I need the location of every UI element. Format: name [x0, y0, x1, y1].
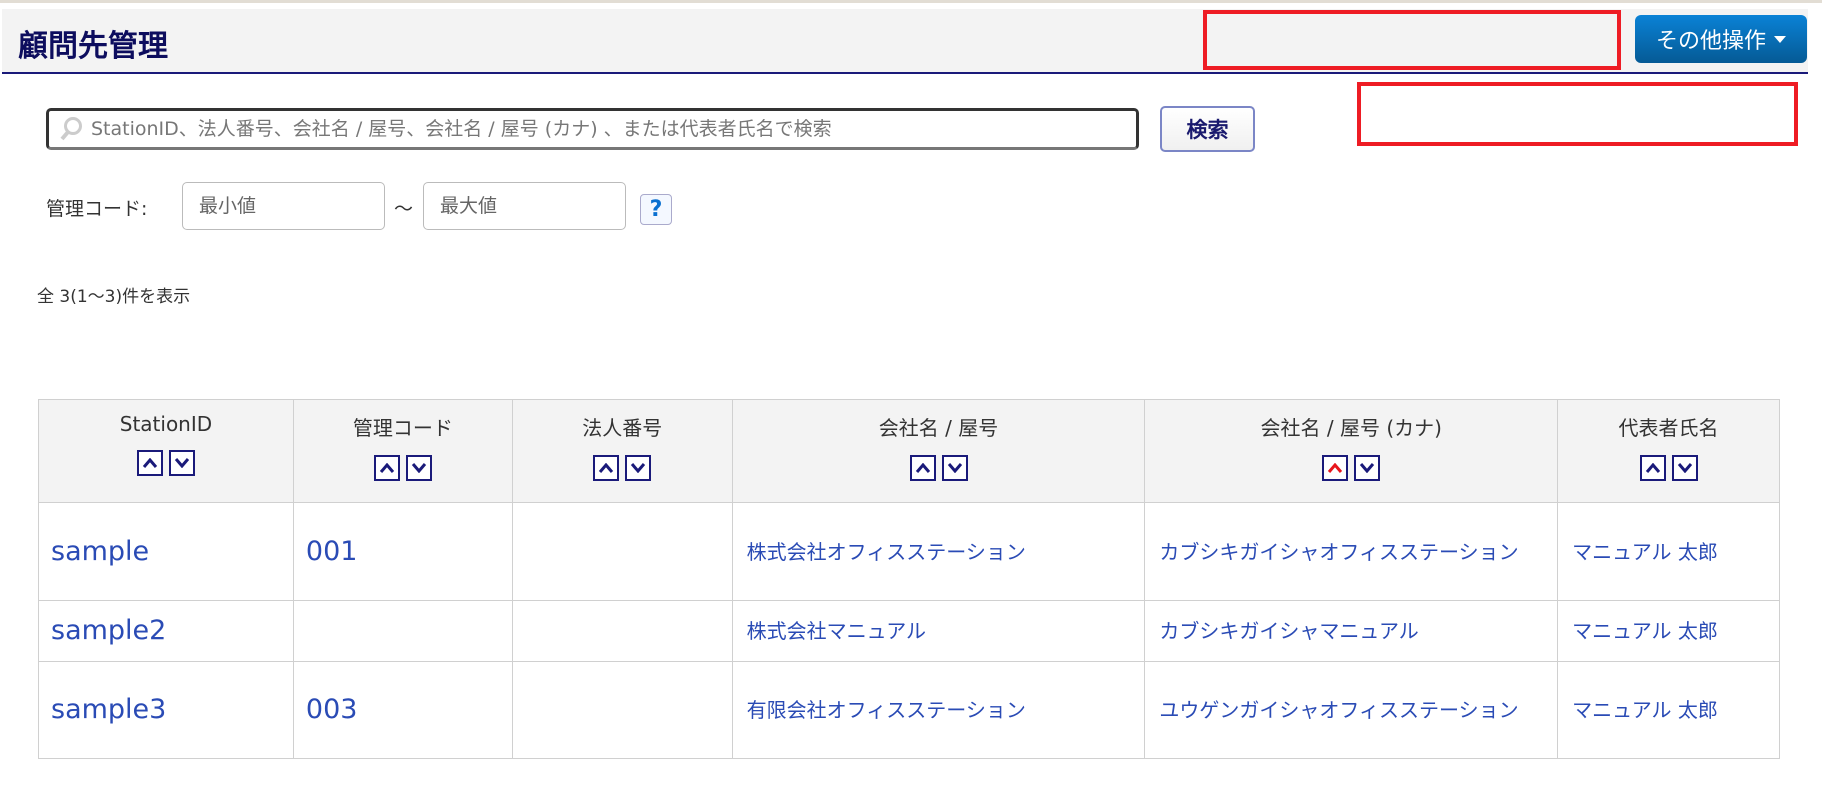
sort-desc-icon[interactable] [1671, 455, 1698, 481]
sort-desc-icon[interactable] [1354, 455, 1381, 481]
table-row: sample 001 株式会社オフィスステーション カブシキガイシャオフィスステーショ… [38, 502, 1780, 601]
range-tilde: ～ [394, 198, 414, 220]
top-border [0, 0, 1822, 3]
column-header-label: StationID [119, 412, 213, 436]
code-link[interactable]: 003 [306, 694, 358, 725]
name-link[interactable]: 株式会社マニュアル [747, 619, 926, 643]
sort-asc-icon[interactable] [136, 450, 163, 476]
code-min-input[interactable] [182, 182, 385, 230]
column-header-label: 管理コード [352, 416, 453, 440]
result-count: 全 3(1～3)件を表示 [37, 287, 191, 307]
sort-desc-icon[interactable] [405, 455, 432, 481]
code-link[interactable]: 001 [306, 536, 358, 567]
sort-desc-icon[interactable] [941, 455, 968, 481]
other-operations-button[interactable]: その他操作 [1635, 15, 1807, 63]
cell-corp-no [511, 661, 733, 759]
highlight-box [1357, 82, 1798, 146]
kana-link[interactable]: ユウゲンガイシャオフィスステーション [1159, 698, 1518, 722]
column-header: 法人番号 [511, 399, 733, 503]
column-header-label: 会社名 / 屋号 (カナ) [1260, 416, 1442, 440]
name-link[interactable]: 株式会社オフィスステーション [747, 540, 1026, 564]
column-header: 会社名 / 屋号 [731, 399, 1146, 503]
station-id-link[interactable]: sample2 [51, 615, 166, 646]
search-button[interactable]: 検索 [1160, 106, 1255, 152]
cell-rep: マニュアル 太郎 [1557, 600, 1780, 662]
page-title: 顧問先管理 [18, 29, 168, 64]
search-icon [60, 117, 82, 141]
cell-name: 株式会社マニュアル [731, 600, 1146, 662]
sort-asc-icon[interactable] [909, 455, 936, 481]
rep-link[interactable]: マニュアル 太郎 [1572, 619, 1718, 643]
kana-link[interactable]: カブシキガイシャマニュアル [1159, 619, 1418, 643]
highlight-box [1203, 10, 1621, 70]
station-id-link[interactable]: sample [51, 536, 149, 567]
cell-code: 003 [292, 661, 513, 759]
rep-link[interactable]: マニュアル 太郎 [1572, 540, 1718, 564]
cell-code: 001 [292, 502, 513, 601]
other-operations-label: その他操作 [1655, 29, 1766, 54]
table-row: sample2 株式会社マニュアル カブシキガイシャマニュアル マニュアル 太郎 [38, 600, 1780, 662]
search-input[interactable] [91, 118, 1136, 140]
column-header: 管理コード [292, 399, 513, 503]
cell-rep: マニュアル 太郎 [1557, 661, 1780, 759]
cell-corp-no [511, 502, 733, 601]
sort-desc-icon[interactable] [625, 455, 652, 481]
cell-kana: ユウゲンガイシャオフィスステーション [1144, 661, 1559, 759]
client-table: StationID 管理コード 法人番号 会社名 / 屋号 会社名 / 屋号 (… [38, 399, 1780, 759]
column-header: StationID [38, 399, 294, 503]
column-header: 会社名 / 屋号 (カナ) [1144, 399, 1559, 503]
code-max-input[interactable] [423, 182, 626, 230]
sort-asc-icon[interactable] [1322, 455, 1349, 481]
column-header-label: 法人番号 [582, 416, 663, 440]
code-filter-label: 管理コード: [46, 198, 148, 220]
cell-code [292, 600, 513, 662]
column-header-label: 会社名 / 屋号 [878, 416, 999, 440]
sort-desc-icon[interactable] [168, 450, 195, 476]
column-header: 代表者氏名 [1557, 399, 1780, 503]
column-header-label: 代表者氏名 [1618, 416, 1719, 440]
station-id-link[interactable]: sample3 [51, 694, 166, 725]
cell-kana: カブシキガイシャオフィスステーション [1144, 502, 1559, 601]
name-link[interactable]: 有限会社オフィスステーション [747, 698, 1026, 722]
cell-corp-no [511, 600, 733, 662]
rep-link[interactable]: マニュアル 太郎 [1572, 698, 1718, 722]
sort-asc-icon[interactable] [373, 455, 400, 481]
cell-station-id: sample [38, 502, 294, 601]
cell-station-id: sample2 [38, 600, 294, 662]
kana-link[interactable]: カブシキガイシャオフィスステーション [1159, 540, 1518, 564]
cell-station-id: sample3 [38, 661, 294, 759]
search-field[interactable] [46, 108, 1139, 150]
cell-kana: カブシキガイシャマニュアル [1144, 600, 1559, 662]
cell-name: 有限会社オフィスステーション [731, 661, 1146, 759]
table-header-row: StationID 管理コード 法人番号 会社名 / 屋号 会社名 / 屋号 (… [38, 399, 1780, 503]
help-icon[interactable]: ? [640, 194, 672, 225]
sort-asc-icon[interactable] [593, 455, 620, 481]
cell-rep: マニュアル 太郎 [1557, 502, 1780, 601]
caret-down-icon [1774, 35, 1786, 43]
sort-asc-icon[interactable] [1639, 455, 1666, 481]
cell-name: 株式会社オフィスステーション [731, 502, 1146, 601]
table-row: sample3 003 有限会社オフィスステーション ユウゲンガイシャオフィスステーシ… [38, 661, 1780, 759]
